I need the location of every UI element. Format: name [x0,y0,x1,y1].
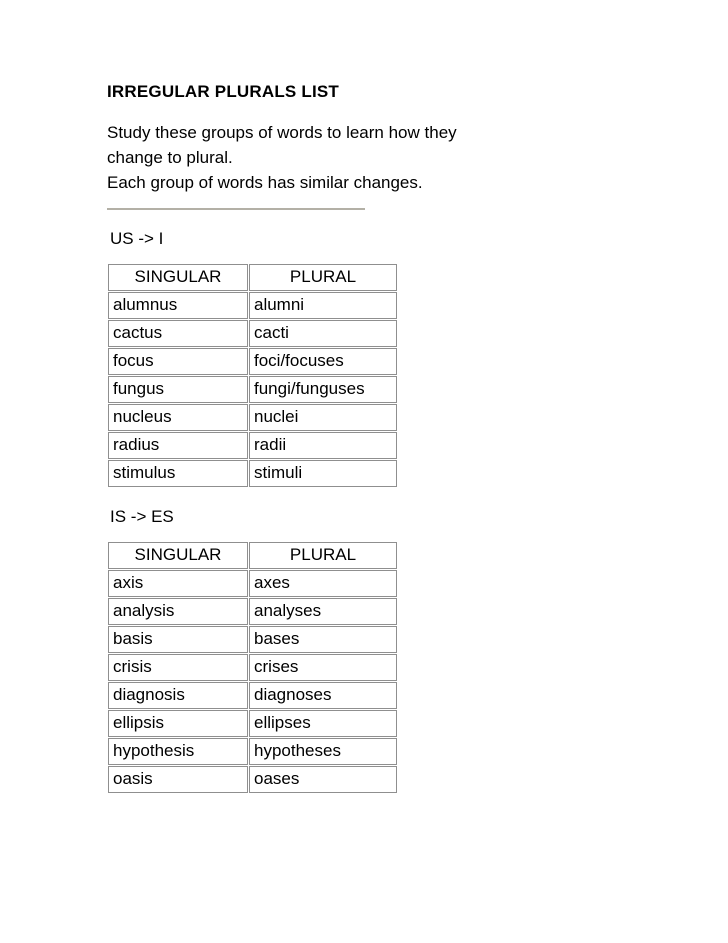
section-label-is-to-es: IS -> ES [110,507,174,526]
table-row: oasis oases [108,766,397,793]
table-row: ellipsis ellipses [108,710,397,737]
intro-paragraph: Study these groups of words to learn how… [107,120,567,195]
table-row: cactus cacti [108,320,397,347]
table-header-row: SINGULAR PLURAL [108,542,397,569]
cell-plural: fungi/funguses [249,376,397,403]
cell-singular: alumnus [108,292,248,319]
table-row: basis bases [108,626,397,653]
plurals-table-is-to-es: SINGULAR PLURAL axis axes analysis analyses… [107,541,398,794]
intro-line-3: Each group of words has similar changes. [107,173,423,192]
section-us-to-i: US -> I SINGULAR PLURAL alumnus alumni cac… [107,228,728,488]
table-row: analysis analyses [108,598,397,625]
cell-plural: oases [249,766,397,793]
column-header-plural: PLURAL [249,264,397,291]
cell-plural: cacti [249,320,397,347]
table-wrapper-us-to-i: SINGULAR PLURAL alumnus alumni cactus cacti… [107,263,728,488]
cell-plural: axes [249,570,397,597]
cell-singular: fungus [108,376,248,403]
cell-singular: diagnosis [108,682,248,709]
document-page: IRREGULAR PLURALS LIST Study these group… [0,0,728,943]
cell-singular: analysis [108,598,248,625]
cell-singular: focus [108,348,248,375]
cell-plural: bases [249,626,397,653]
cell-singular: radius [108,432,248,459]
table-row: crisis crises [108,654,397,681]
cell-plural: alumni [249,292,397,319]
table-row: nucleus nuclei [108,404,397,431]
cell-plural: hypotheses [249,738,397,765]
column-header-singular: SINGULAR [108,264,248,291]
cell-singular: hypothesis [108,738,248,765]
table-row: hypothesis hypotheses [108,738,397,765]
cell-plural: foci/focuses [249,348,397,375]
cell-singular: stimulus [108,460,248,487]
cell-plural: crises [249,654,397,681]
cell-plural: stimuli [249,460,397,487]
section-divider [107,208,365,210]
cell-plural: analyses [249,598,397,625]
cell-plural: nuclei [249,404,397,431]
cell-singular: oasis [108,766,248,793]
table-row: focus foci/focuses [108,348,397,375]
section-is-to-es: IS -> ES SINGULAR PLURAL axis axes analysi… [107,506,728,794]
table-head: SINGULAR PLURAL [108,542,397,569]
table-body: axis axes analysis analyses basis bases crisis… [108,570,397,793]
intro-line-1: Study these groups of words to learn how… [107,123,457,142]
table-row: diagnosis diagnoses [108,682,397,709]
cell-plural: ellipses [249,710,397,737]
table-row: alumnus alumni [108,292,397,319]
table-header-row: SINGULAR PLURAL [108,264,397,291]
cell-singular: cactus [108,320,248,347]
table-row: fungus fungi/funguses [108,376,397,403]
page-title: IRREGULAR PLURALS LIST [107,82,340,101]
table-body: alumnus alumni cactus cacti focus foci/focuse… [108,292,397,487]
column-header-plural: PLURAL [249,542,397,569]
cell-singular: basis [108,626,248,653]
table-row: stimulus stimuli [108,460,397,487]
cell-singular: crisis [108,654,248,681]
table-wrapper-is-to-es: SINGULAR PLURAL axis axes analysis analyses… [107,541,728,794]
intro-line-2: change to plural. [107,148,233,167]
cell-singular: axis [108,570,248,597]
table-row: radius radii [108,432,397,459]
plurals-table-us-to-i: SINGULAR PLURAL alumnus alumni cactus cacti… [107,263,398,488]
cell-plural: radii [249,432,397,459]
cell-plural: diagnoses [249,682,397,709]
column-header-singular: SINGULAR [108,542,248,569]
cell-singular: nucleus [108,404,248,431]
table-head: SINGULAR PLURAL [108,264,397,291]
section-label-us-to-i: US -> I [110,229,164,248]
table-row: axis axes [108,570,397,597]
cell-singular: ellipsis [108,710,248,737]
